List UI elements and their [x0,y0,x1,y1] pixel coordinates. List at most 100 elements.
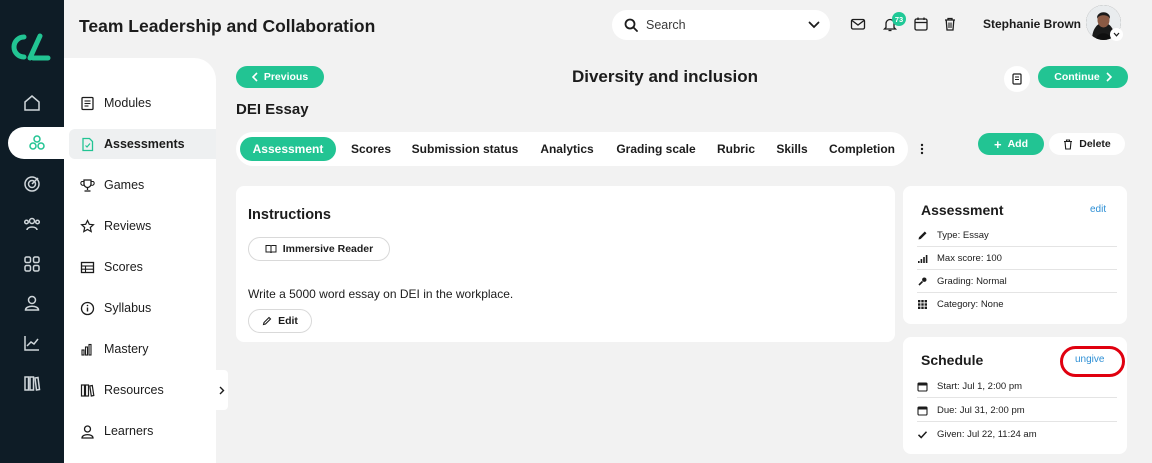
bars-icon [81,343,92,356]
rail-user-icon[interactable] [0,287,64,319]
sidebar-item-label: Reviews [104,219,152,233]
tab-analytics[interactable]: Analytics [534,137,600,161]
chevron-down-icon[interactable] [808,21,820,29]
assessment-max-score-row: Max score: 100 [917,247,1117,269]
calendar-icon [917,405,928,416]
immersive-reader-button[interactable]: Immersive Reader [248,237,390,261]
user-name[interactable]: Stephanie Brown [983,17,1081,31]
sidebar-item-modules[interactable]: Modules [69,88,216,118]
signal-icon [918,254,928,263]
rail-home-icon[interactable] [0,87,64,119]
sidebar-item-assessments[interactable]: Assessments [69,129,216,159]
book-icon [265,245,277,254]
assessment-category-row: Category: None [917,293,1117,315]
modules-icon [81,96,94,110]
mail-icon[interactable] [850,16,866,32]
notification-badge: 73 [892,12,906,26]
schedule-given: Given: Jul 22, 11:24 am [937,428,1037,440]
assessment-grading: Grading: Normal [937,275,1007,287]
chevron-down-icon [1113,32,1120,37]
info-icon [80,301,95,315]
notebook-icon [1012,73,1022,85]
notebook-button[interactable] [1004,66,1030,92]
schedule-due: Due: Jul 31, 2:00 pm [937,404,1025,416]
table-icon [80,261,95,273]
tab-rubric[interactable]: Rubric [712,137,760,161]
rail-chart-icon[interactable] [0,327,64,359]
assessment-details-card: Assessment edit Type: Essay Max score: 1… [903,186,1127,324]
sidebar-item-reviews[interactable]: Reviews [69,211,216,241]
rail-apps-icon[interactable] [0,248,64,280]
chevron-right-icon [1106,72,1112,82]
check-icon [917,430,928,439]
tab-skills[interactable]: Skills [770,137,814,161]
assessment-type: Type: Essay [937,229,989,241]
trash-icon[interactable] [942,16,958,32]
continue-label: Continue [1054,71,1100,83]
calendar-icon[interactable] [913,16,929,32]
rail-target-icon[interactable] [0,168,64,200]
tab-completion[interactable]: Completion [824,137,900,161]
schedule-given-row: Given: Jul 22, 11:24 am [917,423,1117,445]
divider [917,397,1117,398]
instructions-text: Write a 5000 word essay on DEI in the wo… [248,287,514,301]
sidebar-item-mastery[interactable]: Mastery [69,334,216,364]
search-icon [624,18,638,32]
star-icon [80,218,95,233]
tab-assessment[interactable]: Assessment [240,137,336,161]
delete-button[interactable]: Delete [1049,133,1125,155]
tab-scores[interactable]: Scores [344,137,398,161]
continue-button[interactable]: Continue [1038,66,1128,88]
chevron-left-icon [251,72,258,82]
sidebar-item-label: Learners [104,424,154,438]
sidebar-item-resources[interactable]: Resources [69,375,216,405]
grid-icon [918,299,927,309]
previous-label: Previous [263,71,309,83]
instructions-card: Instructions Immersive Reader Write a 50… [236,186,895,342]
more-tabs-button[interactable] [914,140,930,158]
schedule-due-row: Due: Jul 31, 2:00 pm [917,399,1117,421]
search-bar[interactable] [612,10,830,40]
rail-assessments-icon[interactable] [8,127,66,159]
highlight-annotation [1060,346,1125,377]
tab-bar: Assessment Scores Submission status Anal… [236,132,908,166]
pencil-icon [262,316,272,326]
sidebar-collapse-toggle[interactable] [216,370,228,410]
sidebar-item-games[interactable]: Games [69,170,216,200]
more-vertical-icon [920,143,924,155]
assessment-card-title: Assessment [921,202,1004,218]
pencil-icon [918,231,927,239]
search-input[interactable] [646,18,808,32]
sidebar-item-label: Mastery [104,342,149,356]
books-icon [80,383,95,397]
rail-library-icon[interactable] [0,367,64,399]
sidebar-item-learners[interactable]: Learners [69,416,216,446]
sidebar-item-label: Scores [104,260,143,274]
avatar-menu-button[interactable] [1110,28,1123,41]
sidebar-item-syllabus[interactable]: Syllabus [69,293,216,323]
assessment-type-row: Type: Essay [917,224,1117,246]
instructions-title: Instructions [248,207,331,223]
previous-button[interactable]: Previous [236,66,324,88]
user-icon [81,424,94,439]
tab-grading-scale[interactable]: Grading scale [610,137,702,161]
sidebar-item-scores[interactable]: Scores [69,252,216,282]
assessment-max-score: Max score: 100 [937,252,1002,264]
left-rail [0,0,66,463]
app-logo-icon[interactable] [10,30,54,64]
assessment-name: DEI Essay [236,101,309,118]
sidebar-item-label: Games [104,178,145,192]
edit-label: Edit [278,315,298,327]
tab-submission-status[interactable]: Submission status [408,137,522,161]
assessment-category: Category: None [937,298,1004,310]
assessment-grading-row: Grading: Normal [917,270,1117,292]
add-button[interactable]: + Add [978,133,1044,155]
plus-icon: + [993,136,1002,152]
assessment-edit-link[interactable]: edit [1090,204,1106,215]
sidebar-item-label: Syllabus [104,301,152,315]
edit-instructions-button[interactable]: Edit [248,309,312,333]
add-label: Add [1007,138,1028,150]
immersive-reader-label: Immersive Reader [282,243,374,255]
rail-people-icon[interactable] [0,208,64,240]
trash-icon [1064,138,1073,150]
